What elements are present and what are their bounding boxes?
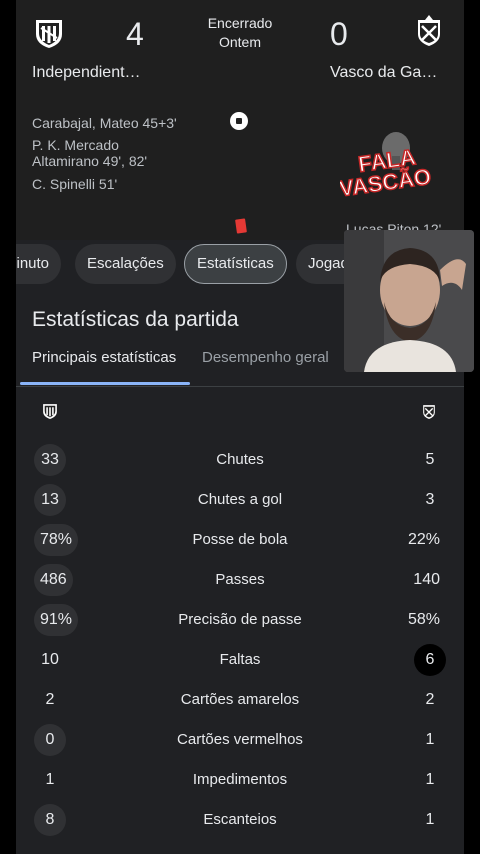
home-stat-value: 91% [34, 604, 79, 636]
away-stat-value: 6 [414, 644, 446, 676]
stat-label: Chutes a gol [197, 491, 283, 508]
home-stat-value: 486 [34, 564, 73, 596]
away-stat-value: 22% [407, 531, 440, 548]
stat-label: Passes [215, 571, 265, 588]
stat-label: Precisão de passe [178, 611, 302, 628]
stat-row: 8 Escanteios 1 [16, 804, 464, 836]
active-subtab-indicator [20, 382, 190, 385]
stat-row: 486 Passes 140 [16, 564, 464, 596]
away-stat-value: 140 [413, 571, 440, 588]
home-stat-value: 78% [34, 524, 79, 556]
away-stat-value: 1 [425, 771, 435, 788]
subtab-overall-performance[interactable]: Desempenho geral [202, 349, 329, 366]
home-stat-value: 33 [34, 444, 66, 476]
home-stat-value: 0 [34, 724, 66, 756]
home-mini-crest-icon [43, 404, 57, 419]
stat-label: Cartões vermelhos [177, 731, 303, 748]
streamer-figure [344, 230, 474, 372]
away-stat-value: 2 [425, 691, 435, 708]
stat-row: 13 Chutes a gol 3 [16, 484, 464, 516]
away-team-name[interactable]: Vasco da Ga… [330, 64, 437, 82]
stat-label: Chutes [216, 451, 264, 468]
home-team-name[interactable]: Independient… [32, 64, 141, 82]
status-finished: Encerrado [207, 15, 273, 31]
match-header: Independient… 4 Encerrado Ontem 0 Vasco … [16, 0, 464, 240]
divider [16, 386, 464, 387]
stat-row: 2 Cartões amarelos 2 [16, 684, 464, 716]
stat-label: Posse de bola [192, 531, 288, 548]
stat-row: 91% Precisão de passe 58% [16, 604, 464, 636]
soccer-ball-icon [230, 112, 248, 130]
tab-statistics[interactable]: Estatísticas [184, 244, 287, 284]
scorer-line: Altamirano 49', 82' [32, 153, 148, 169]
stat-label: Escanteios [203, 811, 277, 828]
stat-label: Impedimentos [192, 771, 288, 788]
subtab-main-stats[interactable]: Principais estatísticas [32, 349, 176, 366]
away-stat-value: 1 [425, 731, 435, 748]
away-stat-value: 5 [425, 451, 435, 468]
home-stat-value: 13 [34, 484, 66, 516]
vasco-crest-icon[interactable] [412, 14, 446, 48]
fala-vascao-logo: FALA VASCÃO [340, 132, 433, 198]
stat-row: 78% Posse de bola 22% [16, 524, 464, 556]
home-stat-value: 2 [45, 691, 55, 708]
scorer-line: Carabajal, Mateo 45+3' [32, 115, 177, 131]
home-stat-value: 10 [41, 651, 59, 668]
away-mini-crest-icon [423, 405, 435, 419]
tab-minuto[interactable]: minuto [16, 244, 62, 284]
logo-line2: VASCÃO [340, 164, 432, 198]
stat-row: 10 Faltas 6 [16, 644, 464, 676]
match-status: Encerrado Ontem [190, 14, 290, 52]
stat-row: 33 Chutes 5 [16, 444, 464, 476]
section-title: Estatísticas da partida [32, 308, 239, 331]
red-card-icon [235, 218, 247, 234]
tab-lineups[interactable]: Escalações [75, 244, 176, 284]
stat-label: Faltas [219, 651, 261, 668]
scorer-line: C. Spinelli 51' [32, 176, 118, 192]
away-stat-value: 58% [407, 611, 440, 628]
status-date: Ontem [218, 34, 261, 50]
streamer-webcam [344, 230, 474, 372]
stat-row: 0 Cartões vermelhos 1 [16, 724, 464, 756]
stat-label: Cartões amarelos [180, 691, 300, 708]
stat-row: 1 Impedimentos 1 [16, 764, 464, 796]
away-stat-value: 3 [425, 491, 435, 508]
independiente-crest-icon[interactable] [32, 16, 66, 50]
away-stat-value: 1 [425, 811, 435, 828]
home-stat-value: 1 [45, 771, 55, 788]
home-score: 4 [126, 16, 144, 52]
home-stat-value: 8 [34, 804, 66, 836]
away-score: 0 [330, 16, 348, 52]
